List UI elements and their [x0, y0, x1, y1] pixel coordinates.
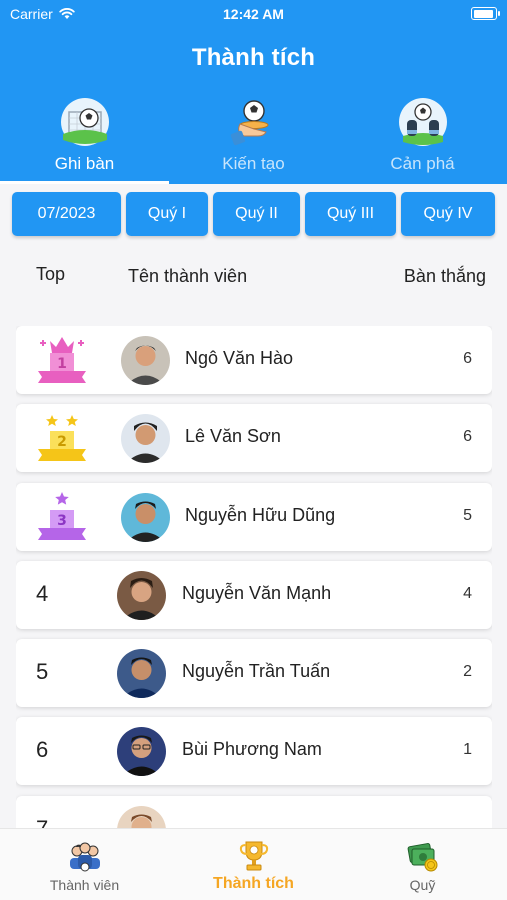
- clock: 12:42 AM: [223, 6, 284, 22]
- member-name: Lê Văn Sơn: [185, 426, 281, 446]
- page-title: Thành tích: [191, 44, 316, 71]
- svg-text:3: 3: [57, 513, 67, 529]
- avatar: [121, 414, 170, 463]
- bottom-nav: Thành viên Thành tích Quỹ: [0, 828, 507, 900]
- tab-saves-label: Cản phá: [390, 154, 455, 173]
- nav-achievements-label: Thành tích: [213, 875, 294, 892]
- active-tab-indicator: [0, 181, 169, 184]
- rank-number: 4: [36, 581, 49, 606]
- member-score: 6: [463, 428, 472, 445]
- nav-fund-label: Quỹ: [409, 877, 436, 893]
- tab-assists-label: Kiến tạo: [222, 154, 285, 173]
- period-q3-button[interactable]: Quý III: [305, 192, 396, 236]
- rank-number: 7: [36, 816, 48, 828]
- rank-number: 5: [36, 659, 49, 684]
- table-header: Top Tên thành viên Bàn thắng: [0, 262, 507, 292]
- tab-goals[interactable]: Ghi bàn: [0, 92, 169, 184]
- member-score: 2: [463, 663, 472, 680]
- nav-members[interactable]: Thành viên: [0, 829, 169, 900]
- leaderboard-row[interactable]: 2 Lê Văn Sơn 6: [16, 404, 492, 472]
- member-score: 1: [463, 741, 472, 758]
- member-score: 6: [463, 350, 472, 367]
- avatar: [121, 493, 170, 542]
- nav-achievements[interactable]: Thành tích: [169, 829, 338, 900]
- tab-saves[interactable]: Cản phá: [338, 92, 507, 184]
- avatar: [117, 727, 166, 776]
- svg-text:2: 2: [57, 434, 67, 450]
- member-name: Ngô Văn Hào: [185, 348, 294, 368]
- column-member: Tên thành viên: [128, 266, 248, 286]
- member-name: Nguyễn Văn Mạnh: [182, 583, 332, 603]
- rank-2-podium-icon: 2: [38, 415, 86, 461]
- svg-text:1: 1: [57, 356, 67, 372]
- leaderboard-row[interactable]: 5 Nguyễn Trần Tuấn 2: [16, 639, 492, 707]
- members-icon: [69, 842, 100, 872]
- tab-assists[interactable]: Kiến tạo: [169, 92, 338, 184]
- column-score: Bàn thắng: [403, 266, 486, 286]
- member-name: Nguyễn Trần Tuấn: [182, 661, 331, 681]
- avatar: [117, 649, 166, 698]
- rank-1-podium-icon: 1: [38, 337, 86, 383]
- period-q2-button[interactable]: Quý II: [213, 192, 300, 236]
- column-rank: Top: [36, 264, 66, 284]
- avatar: [117, 806, 166, 828]
- stat-tabs: Ghi bàn Kiến tạo Cản phá: [0, 92, 507, 184]
- leaderboard-row[interactable]: 6 Bùi Phương Nam 1: [16, 717, 492, 785]
- member-name: Bùi Phương Nam: [182, 739, 322, 759]
- rank-3-podium-icon: 3: [38, 492, 86, 540]
- period-filter: 07/2023 Quý I Quý II Quý III Quý IV: [12, 192, 495, 236]
- app-header: Carrier 12:42 AM Thành tích Ghi bàn Kiến…: [0, 0, 507, 184]
- member-score: 4: [463, 585, 472, 602]
- rank-number: 6: [36, 737, 49, 762]
- avatar: [121, 336, 170, 385]
- avatar: [117, 571, 166, 620]
- soccer-goal-icon: [60, 98, 109, 146]
- battery-icon: [471, 7, 500, 20]
- nav-fund[interactable]: Quỹ: [338, 829, 507, 900]
- nav-members-label: Thành viên: [49, 877, 120, 893]
- leaderboard-row[interactable]: 7: [16, 796, 492, 828]
- period-q4-button[interactable]: Quý IV: [401, 192, 495, 236]
- tab-goals-label: Ghi bàn: [54, 154, 115, 173]
- soccer-assist-icon: [230, 100, 268, 146]
- period-month-button[interactable]: 07/2023: [12, 192, 121, 236]
- leaderboard-row[interactable]: 3 Nguyễn Hữu Dũng 5: [16, 483, 492, 551]
- member-name: Nguyễn Hữu Dũng: [185, 505, 336, 525]
- trophy-icon: [239, 841, 268, 871]
- goalkeeper-save-icon: [398, 98, 447, 146]
- period-q1-button[interactable]: Quý I: [126, 192, 208, 236]
- status-bar: Carrier 12:42 AM: [0, 0, 507, 28]
- member-score: 5: [463, 507, 472, 524]
- leaderboard-row[interactable]: 4 Nguyễn Văn Mạnh 4: [16, 561, 492, 629]
- leaderboard-row[interactable]: 1 Ngô Văn Hào 6: [16, 326, 492, 394]
- money-fund-icon: [407, 843, 437, 872]
- leaderboard-list[interactable]: 1 Ngô Văn Hào 6 2 Lê Văn Sơn 6 3 Nguyễn …: [16, 326, 492, 828]
